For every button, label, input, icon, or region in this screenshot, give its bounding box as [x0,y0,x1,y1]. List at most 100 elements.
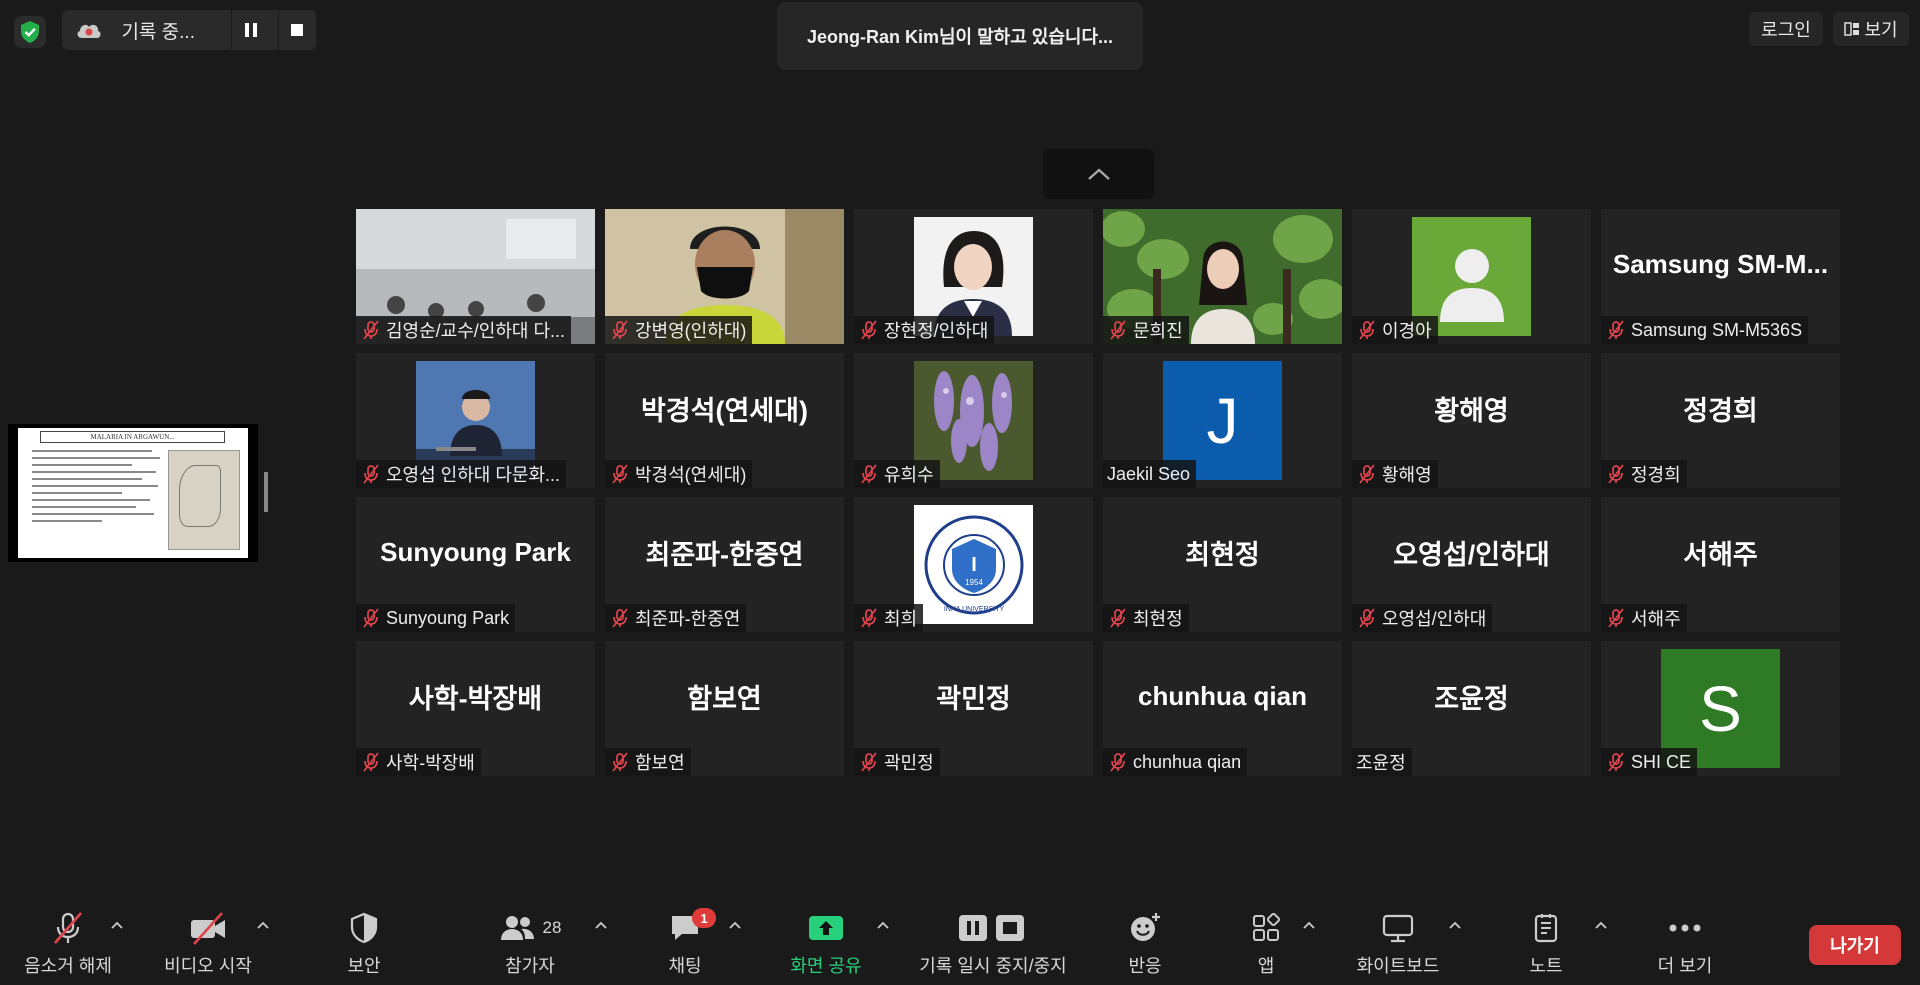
participant-name: 최현정 [1133,609,1183,629]
university-logo: I 1954 INHA UNIVERSITY [914,505,1033,624]
login-button[interactable]: 로그인 [1749,12,1823,46]
start-video-button[interactable]: 비디오 시작 [158,906,258,978]
zoom-meeting-window: 기록 중... Jeong-Ran Kim님이 말하고 있습니다... 로그인 … [0,0,1920,985]
security-button[interactable]: 보안 [340,906,388,978]
security-label: 보안 [347,956,381,976]
participant-tile[interactable]: Samsung SM-M... Samsung SM-M536S [1601,209,1840,344]
muted-microphone-icon [1608,752,1624,772]
participant-tile[interactable]: 최현정 최현정 [1103,497,1342,632]
participant-name: Jaekil Seo [1107,463,1191,484]
participant-tile[interactable]: 오영섭/인하대 오영섭/인하대 [1352,497,1591,632]
participant-name-label: 김영순/교수/인하대 다... [356,316,572,344]
notes-button[interactable]: 노트 [1526,906,1566,978]
participant-name-label: 강변영(인하대) [605,316,753,344]
start-video-label: 비디오 시작 [164,956,252,976]
participant-tile[interactable]: 문희진 [1103,209,1342,344]
participant-display-name: 최준파-한중연 [645,540,804,570]
recording-status-text: 기록 중... [121,21,195,43]
participant-name: 오영섭/인하대 [1382,609,1487,629]
participant-tile[interactable]: 사학-박장배 사학-박장배 [356,641,595,776]
muted-microphone-icon [1110,320,1126,340]
muted-microphone-icon [612,752,628,772]
leave-meeting-button[interactable]: 나가기 [1809,925,1901,965]
participant-name-label: Jaekil Seo [1103,460,1197,488]
unmute-button[interactable]: 음소거 해제 [20,906,116,978]
audio-options-chevron-up-icon[interactable] [108,918,126,932]
participant-tile[interactable]: 유희수 [854,353,1093,488]
whiteboard-options-chevron-up-icon[interactable] [1446,918,1464,932]
participant-display-name: 곽민정 [936,684,1011,714]
share-options-chevron-up-icon[interactable] [874,918,892,932]
notes-label: 노트 [1529,956,1563,976]
participant-tile[interactable]: S SHI CE [1601,641,1840,776]
apps-options-chevron-up-icon[interactable] [1300,918,1318,932]
participant-tile[interactable]: 함보연 함보연 [605,641,844,776]
participant-tile[interactable]: 오영섭 인하대 다문화... [356,353,595,488]
video-options-chevron-up-icon[interactable] [254,918,272,932]
gallery-grid: 김영순/교수/인하대 다... 강변영(인하대) 장현정/인하대 문희진 이경아 Sams… [356,209,1842,776]
participants-button[interactable]: 28 참가자 [490,906,570,978]
participant-tile[interactable]: J Jaekil Seo [1103,353,1342,488]
participant-tile[interactable]: Sunyoung Park Sunyoung Park [356,497,595,632]
participant-name: 서해주 [1631,609,1681,629]
participant-tile[interactable]: 이경아 [1352,209,1591,344]
participant-display-name: 서해주 [1683,540,1758,570]
participant-display-name: Samsung SM-M... [1612,249,1829,279]
whiteboard-button[interactable]: 화이트보드 [1352,906,1444,978]
participant-name-label: 함보연 [605,748,691,776]
apps-button[interactable]: 앱 [1250,906,1282,978]
chat-options-chevron-up-icon[interactable] [726,918,744,932]
pause-stop-recording-button[interactable]: 기록 일시 중지/중지 [912,906,1074,978]
resize-handle[interactable] [264,472,268,512]
participant-tile[interactable]: 곽민정 곽민정 [854,641,1093,776]
participant-name: 장현정/인하대 [884,321,989,341]
participant-name-label: 최희 [854,604,924,632]
participant-name: 최준파-한중연 [635,609,741,629]
avatar-letter: S [1699,672,1742,745]
participant-tile[interactable]: I 1954 INHA UNIVERSITY 최희 [854,497,1093,632]
participant-tile[interactable]: 김영순/교수/인하대 다... [356,209,595,344]
participant-tile[interactable]: 황해영 황해영 [1352,353,1591,488]
pause-icon [245,23,258,37]
participant-tile[interactable]: 조윤정 조윤정 [1352,641,1591,776]
participant-name: Samsung SM-M536S [1631,319,1803,340]
participant-name: 조윤정 [1356,753,1406,773]
collapse-gallery-button[interactable] [1043,149,1154,199]
participant-tile[interactable]: chunhua qian chunhua qian [1103,641,1342,776]
participant-name: 함보연 [635,753,685,773]
share-screen-button[interactable]: 화면 공유 [786,906,866,978]
participant-name: 문희진 [1133,321,1183,341]
participant-tile[interactable]: 정경희 정경희 [1601,353,1840,488]
participant-tile[interactable]: 장현정/인하대 [854,209,1093,344]
participant-tile[interactable]: 서해주 서해주 [1601,497,1840,632]
muted-microphone-icon [1608,320,1624,340]
reactions-button[interactable]: 반응 [1122,906,1168,978]
stop-recording-button[interactable] [279,10,316,50]
svg-text:I: I [971,554,977,576]
participant-name: 황해영 [1382,465,1432,485]
pause-recording-button[interactable] [232,10,269,50]
chat-unread-badge: 1 [692,908,716,928]
more-dots-icon [1668,906,1702,950]
participant-name: 정경희 [1631,465,1681,485]
participant-display-name: chunhua qian [1138,681,1307,711]
participants-options-chevron-up-icon[interactable] [592,918,610,932]
view-button[interactable]: 보기 [1833,12,1909,46]
more-button[interactable]: 더 보기 [1650,906,1720,978]
participant-name-label: 황해영 [1352,460,1438,488]
security-shield-icon[interactable] [14,16,46,48]
microphone-muted-icon [50,906,86,950]
record-label: 기록 일시 중지/중지 [919,956,1067,976]
muted-microphone-icon [861,752,877,772]
muted-microphone-icon [363,320,379,340]
shared-screen-thumbnail[interactable]: MALARIA IN ARGAWUN... [8,424,258,562]
participant-tile[interactable]: 최준파-한중연 최준파-한중연 [605,497,844,632]
participant-display-name: 사학-박장배 [408,684,543,714]
participant-name: 박경석(연세대) [635,465,747,485]
participant-tile[interactable]: 박경석(연세대) 박경석(연세대) [605,353,844,488]
participant-name: 이경아 [1382,321,1432,341]
chat-label: 채팅 [668,956,702,976]
participant-name-label: 이경아 [1352,316,1438,344]
participant-tile[interactable]: 강변영(인하대) [605,209,844,344]
notes-options-chevron-up-icon[interactable] [1592,918,1610,932]
